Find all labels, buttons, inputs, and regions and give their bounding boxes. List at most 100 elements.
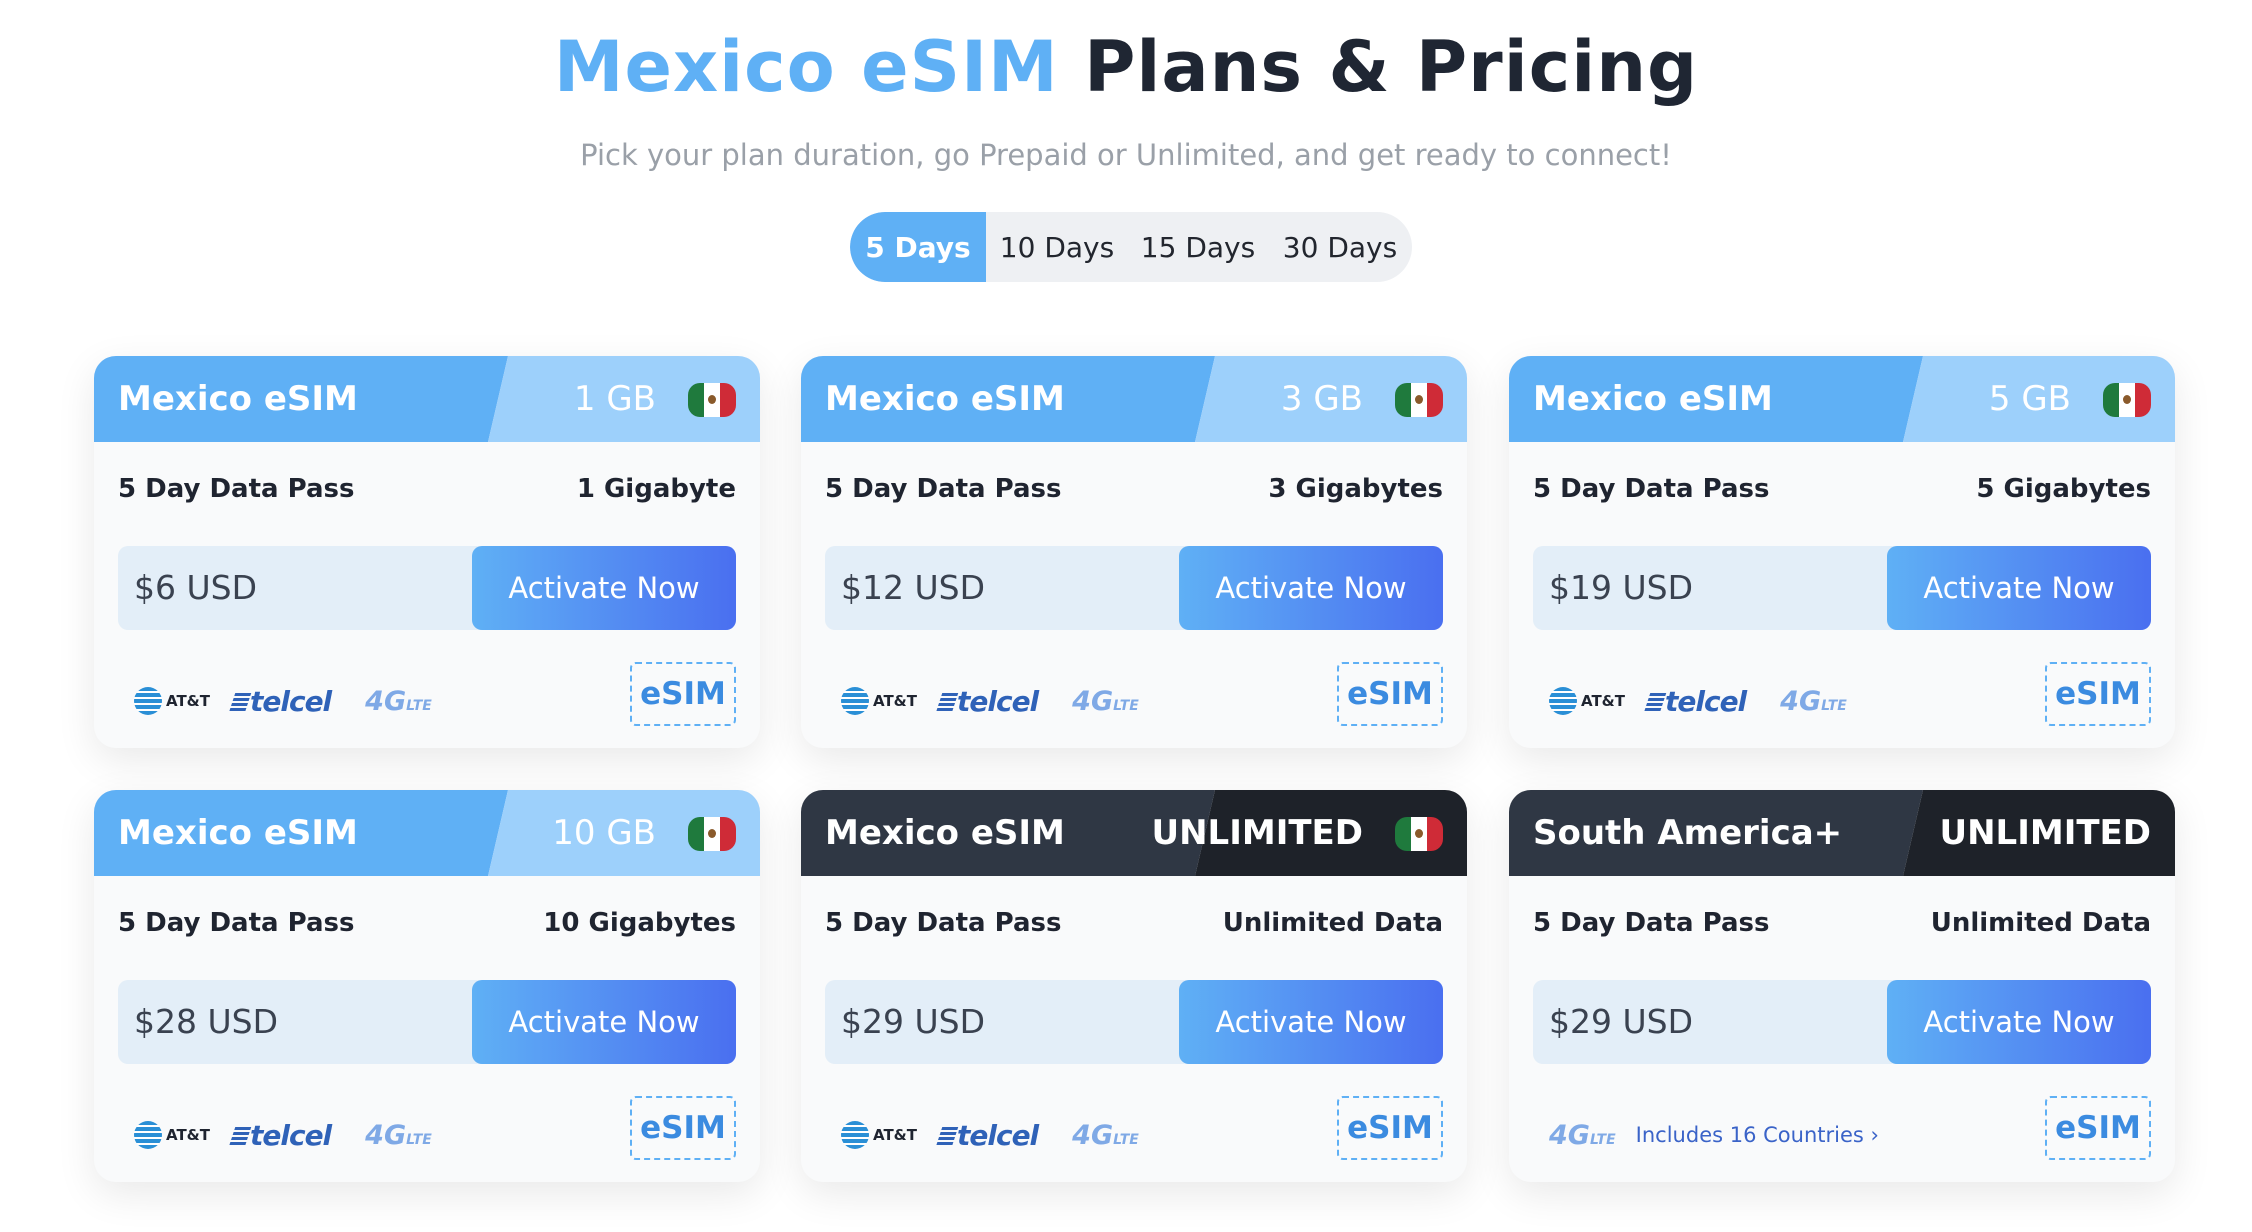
4g-lte-logo: 4GLTE: [365, 1119, 432, 1151]
esim-badge: eSIM: [1337, 1096, 1443, 1160]
plan-card-5gb: Mexico eSIM 5 GB 5 Day Data Pass 5 Gigab…: [1509, 356, 2175, 748]
esim-badge: eSIM: [630, 662, 736, 726]
telcel-logo: telcel: [228, 1119, 332, 1152]
data-amount: 5 Gigabytes: [1976, 474, 2151, 504]
tab-10-days[interactable]: 10 Days: [986, 212, 1128, 282]
price: $29 USD: [1549, 1002, 1693, 1041]
plan-size: 10 GB: [552, 813, 656, 853]
att-logo: AT&T: [134, 687, 210, 715]
data-amount: Unlimited Data: [1930, 908, 2151, 938]
pass-label: 5 Day Data Pass: [1533, 908, 1770, 938]
att-logo: AT&T: [841, 1121, 917, 1149]
price-box: $29 USD Activate Now: [825, 980, 1443, 1064]
card-header: Mexico eSIM 3 GB: [801, 356, 1467, 442]
pass-label: 5 Day Data Pass: [825, 474, 1062, 504]
activate-now-button[interactable]: Activate Now: [1179, 546, 1443, 630]
data-amount: 10 Gigabytes: [543, 908, 736, 938]
includes-countries-link[interactable]: Includes 16 Countries ›: [1636, 1123, 1879, 1147]
tab-15-days[interactable]: 15 Days: [1128, 212, 1268, 282]
att-logo: AT&T: [841, 687, 917, 715]
price-box: $28 USD Activate Now: [118, 980, 736, 1064]
price: $28 USD: [134, 1002, 278, 1041]
telcel-logo: telcel: [935, 1119, 1039, 1152]
pass-label: 5 Day Data Pass: [118, 474, 355, 504]
page-subtitle: Pick your plan duration, go Prepaid or U…: [580, 138, 1672, 172]
card-header: Mexico eSIM 1 GB: [94, 356, 760, 442]
carrier-logos: 4GLTE Includes 16 Countries ›: [1549, 1110, 1879, 1160]
price-box: $19 USD Activate Now: [1533, 546, 2151, 630]
plan-size: UNLIMITED: [1939, 813, 2151, 853]
esim-badge: eSIM: [630, 1096, 736, 1160]
pass-label: 5 Day Data Pass: [825, 908, 1062, 938]
plan-name: Mexico eSIM: [825, 379, 1065, 419]
price-box: $12 USD Activate Now: [825, 546, 1443, 630]
card-header: Mexico eSIM 10 GB: [94, 790, 760, 876]
carrier-logos: AT&T telcel 4GLTE: [134, 1110, 432, 1160]
att-logo: AT&T: [1549, 687, 1625, 715]
pass-label: 5 Day Data Pass: [1533, 474, 1770, 504]
plan-card-10gb: Mexico eSIM 10 GB 5 Day Data Pass 10 Gig…: [94, 790, 760, 1182]
price: $29 USD: [841, 1002, 985, 1041]
activate-now-button[interactable]: Activate Now: [472, 980, 736, 1064]
mexico-flag-icon: [2103, 383, 2151, 417]
mexico-flag-icon: [1395, 817, 1443, 851]
4g-lte-logo: 4GLTE: [1549, 1119, 1616, 1151]
data-amount: 3 Gigabytes: [1268, 474, 1443, 504]
plan-size: UNLIMITED: [1151, 813, 1363, 853]
4g-lte-logo: 4GLTE: [365, 685, 432, 717]
page-title-accent: Mexico eSIM: [553, 26, 1059, 108]
tab-30-days[interactable]: 30 Days: [1268, 212, 1412, 282]
plan-card-south-america-unlimited: South America+ UNLIMITED 5 Day Data Pass…: [1509, 790, 2175, 1182]
att-globe-icon: [1549, 687, 1577, 715]
card-header: Mexico eSIM 5 GB: [1509, 356, 2175, 442]
carrier-logos: AT&T telcel 4GLTE: [134, 676, 432, 726]
price-box: $6 USD Activate Now: [118, 546, 736, 630]
data-amount: 1 Gigabyte: [576, 474, 736, 504]
plan-name: Mexico eSIM: [1533, 379, 1773, 419]
activate-now-button[interactable]: Activate Now: [472, 546, 736, 630]
esim-badge: eSIM: [2045, 1096, 2151, 1160]
plan-name: Mexico eSIM: [118, 813, 358, 853]
plan-card-mexico-unlimited: Mexico eSIM UNLIMITED 5 Day Data Pass Un…: [801, 790, 1467, 1182]
price: $19 USD: [1549, 568, 1693, 607]
page-title: Mexico eSIM Plans & Pricing: [0, 24, 2252, 110]
carrier-logos: AT&T telcel 4GLTE: [841, 1110, 1139, 1160]
plan-name: Mexico eSIM: [118, 379, 358, 419]
price-box: $29 USD Activate Now: [1533, 980, 2151, 1064]
carrier-logos: AT&T telcel 4GLTE: [1549, 676, 1847, 726]
mexico-flag-icon: [1395, 383, 1443, 417]
att-globe-icon: [134, 687, 162, 715]
pass-label: 5 Day Data Pass: [118, 908, 355, 938]
activate-now-button[interactable]: Activate Now: [1179, 980, 1443, 1064]
telcel-logo: telcel: [228, 685, 332, 718]
plan-card-1gb: Mexico eSIM 1 GB 5 Day Data Pass 1 Gigab…: [94, 356, 760, 748]
att-logo: AT&T: [134, 1121, 210, 1149]
activate-now-button[interactable]: Activate Now: [1887, 980, 2151, 1064]
carrier-logos: AT&T telcel 4GLTE: [841, 676, 1139, 726]
telcel-logo: telcel: [935, 685, 1039, 718]
tab-5-days[interactable]: 5 Days: [850, 212, 986, 282]
att-globe-icon: [134, 1121, 162, 1149]
activate-now-button[interactable]: Activate Now: [1887, 546, 2151, 630]
4g-lte-logo: 4GLTE: [1072, 685, 1139, 717]
plan-size: 1 GB: [573, 379, 656, 419]
card-header: South America+ UNLIMITED: [1509, 790, 2175, 876]
data-amount: Unlimited Data: [1222, 908, 1443, 938]
esim-badge: eSIM: [2045, 662, 2151, 726]
4g-lte-logo: 4GLTE: [1780, 685, 1847, 717]
price: $6 USD: [134, 568, 257, 607]
plan-name: Mexico eSIM: [825, 813, 1065, 853]
att-globe-icon: [841, 1121, 869, 1149]
4g-lte-logo: 4GLTE: [1072, 1119, 1139, 1151]
plan-card-3gb: Mexico eSIM 3 GB 5 Day Data Pass 3 Gigab…: [801, 356, 1467, 748]
mexico-flag-icon: [688, 383, 736, 417]
page-title-rest: Plans & Pricing: [1084, 26, 1699, 108]
card-header: Mexico eSIM UNLIMITED: [801, 790, 1467, 876]
mexico-flag-icon: [688, 817, 736, 851]
plan-size: 5 GB: [1988, 379, 2071, 419]
esim-badge: eSIM: [1337, 662, 1443, 726]
plan-name: South America+: [1533, 813, 1843, 853]
att-globe-icon: [841, 687, 869, 715]
price: $12 USD: [841, 568, 985, 607]
telcel-logo: telcel: [1643, 685, 1747, 718]
